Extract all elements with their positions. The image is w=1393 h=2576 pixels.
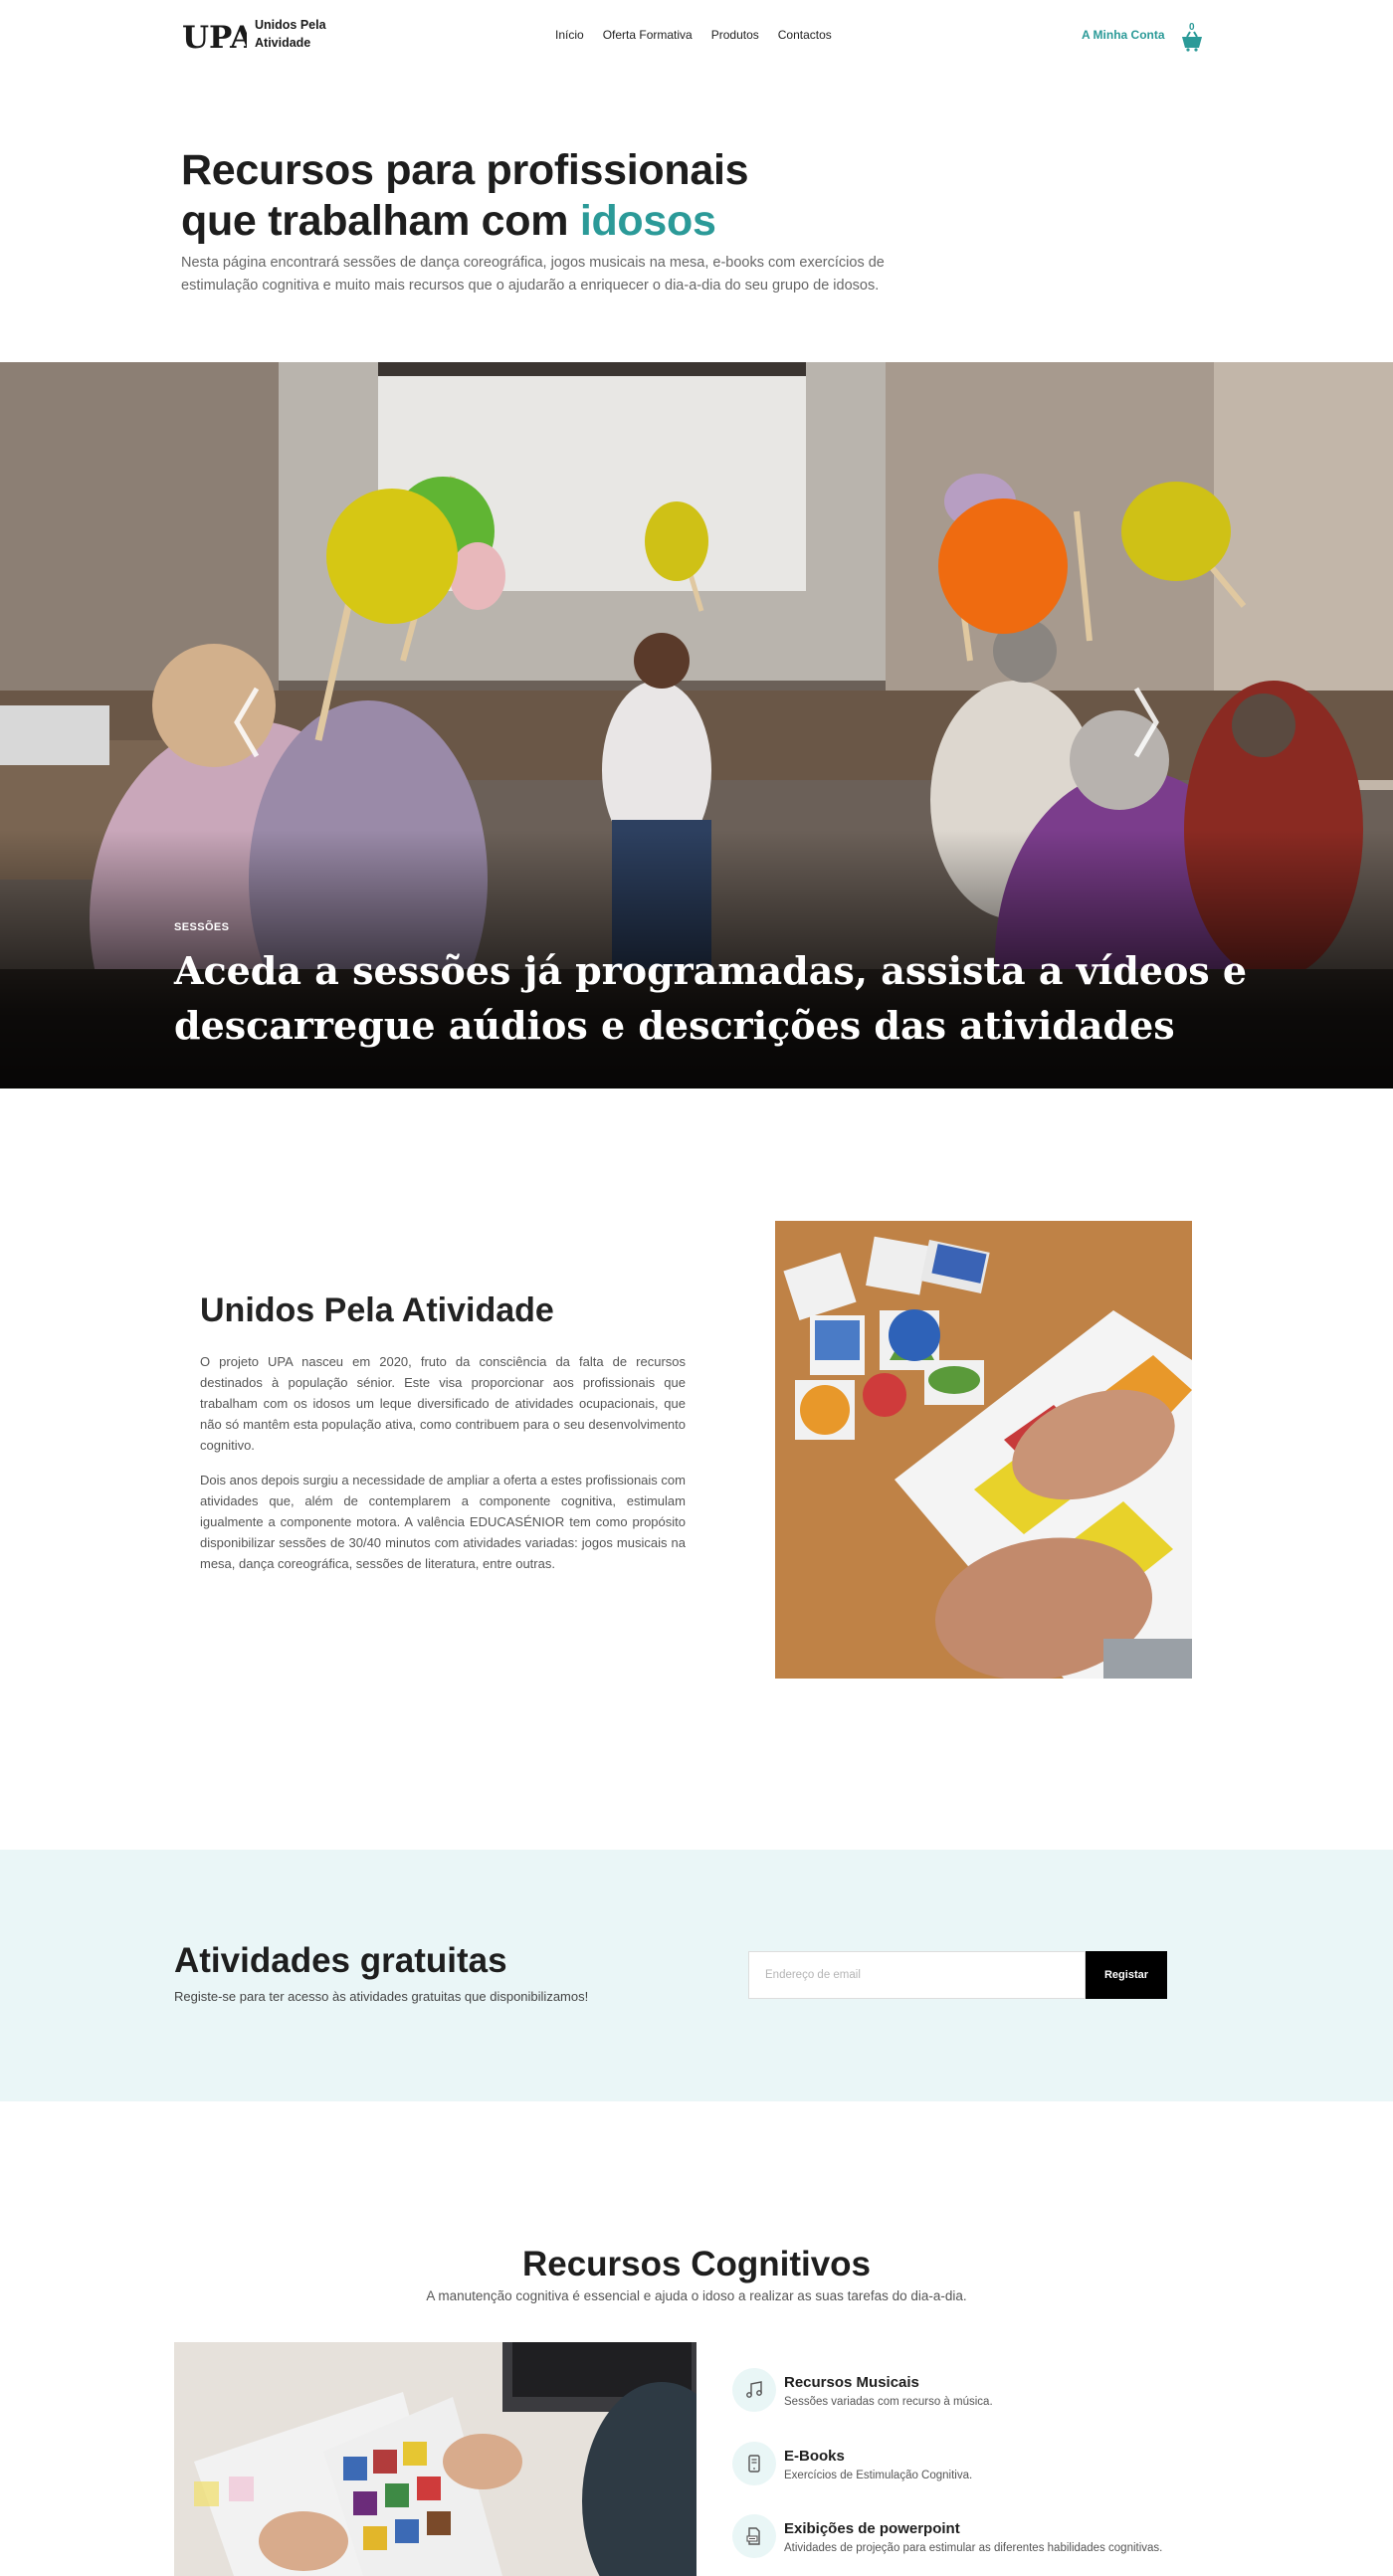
about-paragraph-1: O projeto UPA nasceu em 2020, fruto da c… xyxy=(200,1354,686,1453)
feature-title: Exibições de powerpoint xyxy=(784,2520,960,2537)
board-game-photo xyxy=(775,1221,1192,1679)
title-line-1: Recursos para profissionais xyxy=(181,146,749,194)
cognitive-photo xyxy=(174,2342,696,2576)
site-header: UPA Unidos Pela Atividade Início Oferta … xyxy=(0,0,1393,72)
cards-photo xyxy=(174,2342,696,2576)
cart-button[interactable]: 0 xyxy=(1181,22,1203,52)
feature-musical-resources[interactable]: Recursos Musicais Sessões variadas com r… xyxy=(732,2368,1250,2416)
about-paragraph-2: Dois anos depois surgiu a necessidade de… xyxy=(200,1473,686,1571)
about-title: Unidos Pela Atividade xyxy=(200,1291,554,1329)
free-activities-title: Atividades gratuitas xyxy=(174,1941,507,1980)
free-activities-subtitle: Registe-se para ter acesso às atividades… xyxy=(174,1989,589,2004)
page-title: Recursos para profissionais que trabalha… xyxy=(181,145,749,247)
logo-text: Unidos Pela Atividade xyxy=(255,16,326,52)
nav-link-produtos[interactable]: Produtos xyxy=(711,28,759,42)
title-line-2: que trabalham com xyxy=(181,197,580,245)
feature-title: E-Books xyxy=(784,2448,845,2465)
cognitive-title: Recursos Cognitivos xyxy=(521,2245,872,2283)
chevron-left-icon xyxy=(234,687,260,758)
tablet-icon xyxy=(748,2455,760,2473)
feature-description: Sessões variadas com recurso à música. xyxy=(784,2396,993,2408)
music-note-icon xyxy=(746,2381,762,2398)
email-field[interactable] xyxy=(748,1951,1086,1999)
nav-link-inicio[interactable]: Início xyxy=(555,28,584,42)
title-accent-word: idosos xyxy=(579,197,716,245)
cognitive-subtitle: A manutenção cognitiva é essencial e aju… xyxy=(426,2288,967,2303)
about-photo xyxy=(775,1221,1192,1679)
logo-mark-text: UPA xyxy=(182,20,247,54)
logo-line-2: Atividade xyxy=(255,36,311,50)
free-activities-section: Atividades gratuitas Registe-se para ter… xyxy=(0,1850,1393,2101)
slide-category-tag: SESSÕES xyxy=(174,921,230,933)
register-button[interactable]: Registar xyxy=(1086,1951,1167,1999)
feature-powerpoint[interactable]: Exibições de powerpoint Atividades de pr… xyxy=(732,2514,1250,2562)
logo-line-1: Unidos Pela xyxy=(255,18,326,32)
feature-description: Exercícios de Estimulação Cognitiva. xyxy=(784,2470,973,2481)
hero-slider[interactable]: SESSÕES Aceda a sessões já programadas, … xyxy=(0,362,1393,1089)
slide-title[interactable]: Aceda a sessões já programadas, assista … xyxy=(174,943,1269,1053)
feature-ebooks[interactable]: E-Books Exercícios de Estimulação Cognit… xyxy=(732,2442,1250,2489)
nav-link-oferta-formativa[interactable]: Oferta Formativa xyxy=(603,28,693,42)
feature-icon-wrapper xyxy=(732,2514,776,2558)
upa-logo-icon: UPA xyxy=(182,20,247,54)
shopping-basket-icon xyxy=(1182,31,1202,52)
feature-description: Atividades de projeção para estimular as… xyxy=(784,2542,1163,2554)
feature-title: Recursos Musicais xyxy=(784,2374,919,2391)
feature-icon-wrapper xyxy=(732,2442,776,2485)
nav-link-contactos[interactable]: Contactos xyxy=(778,28,832,42)
feature-icon-wrapper xyxy=(732,2368,776,2412)
main-nav: Início Oferta Formativa Produtos Contact… xyxy=(555,28,851,42)
presentation-file-icon xyxy=(746,2527,760,2545)
hero-description: Nesta página encontrará sessões de dança… xyxy=(181,255,885,294)
slider-next-button[interactable] xyxy=(1128,683,1164,762)
my-account-link[interactable]: A Minha Conta xyxy=(1082,28,1165,42)
site-logo[interactable]: UPA Unidos Pela Atividade xyxy=(181,14,326,54)
slider-prev-button[interactable] xyxy=(229,683,265,762)
chevron-right-icon xyxy=(1133,687,1159,758)
